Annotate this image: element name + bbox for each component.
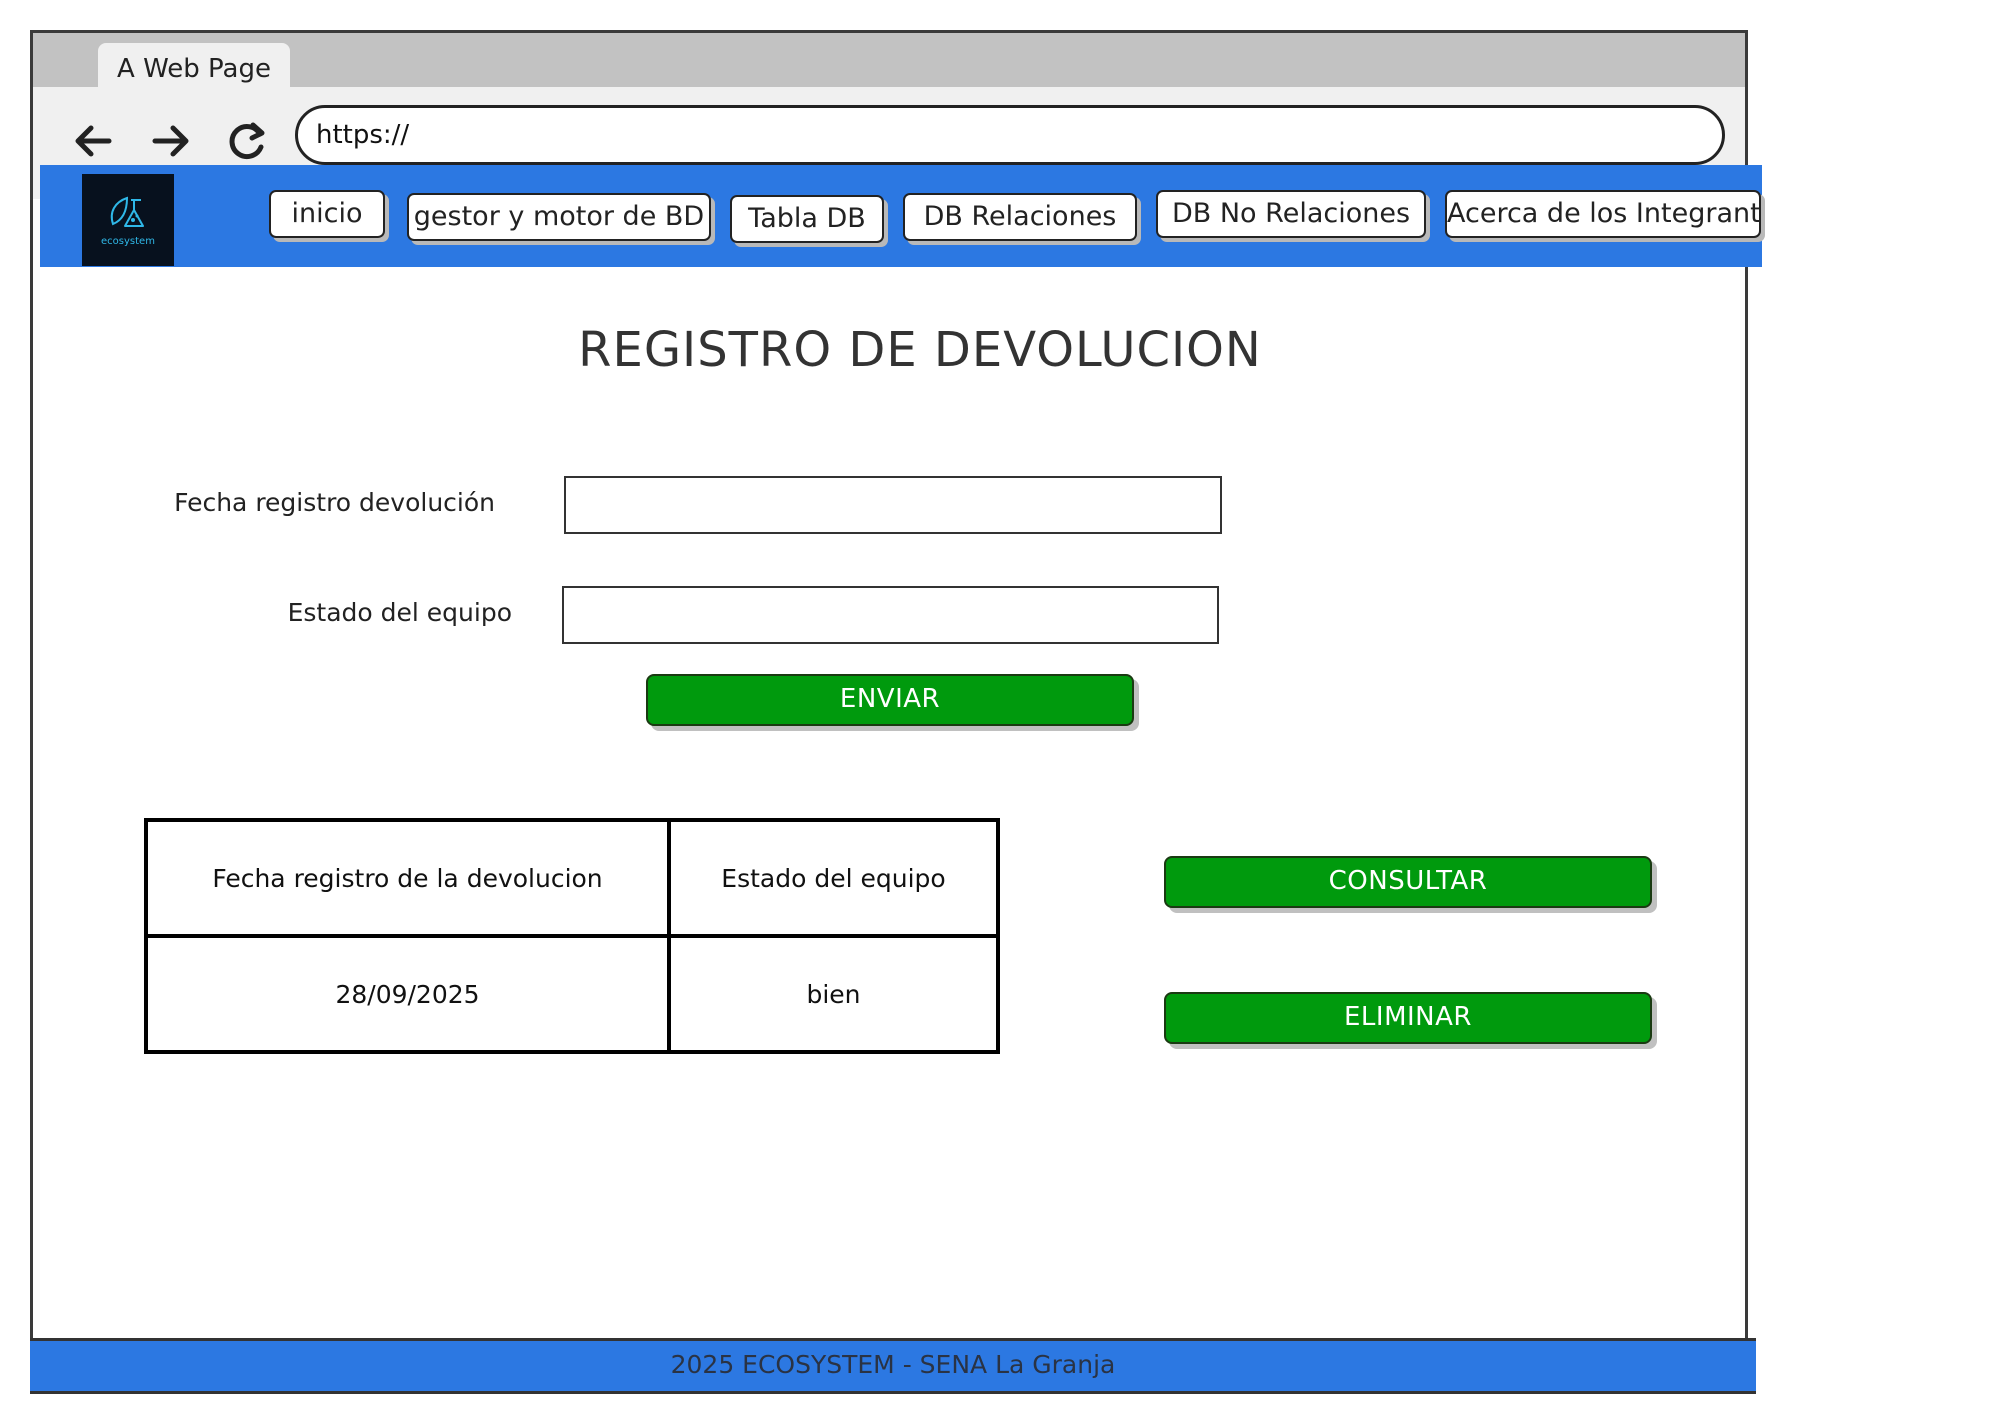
nav-item-tabla-db[interactable]: Tabla DB: [730, 195, 884, 243]
page-title: REGISTRO DE DEVOLUCION: [578, 322, 1262, 378]
address-bar[interactable]: https://: [295, 105, 1725, 165]
table-header-estado: Estado del equipo: [667, 818, 1000, 938]
leaf-flask-icon: [110, 196, 144, 227]
logo-text: ecosystem: [101, 235, 155, 247]
nav-item-db-no-relaciones[interactable]: DB No Relaciones: [1156, 190, 1426, 238]
reload-icon[interactable]: [219, 113, 275, 169]
nav-item-inicio[interactable]: inicio: [269, 190, 385, 238]
table-row[interactable]: 28/09/2025 bien: [144, 934, 1000, 1054]
estado-equipo-label: Estado del equipo: [287, 598, 512, 627]
browser-tab[interactable]: A Web Page: [98, 43, 290, 93]
nav-item-acerca-integrantes[interactable]: Acerca de los Integrante: [1445, 190, 1761, 238]
estado-equipo-input[interactable]: [562, 586, 1219, 644]
forward-arrow-icon[interactable]: [143, 113, 199, 169]
enviar-button[interactable]: ENVIAR: [646, 674, 1134, 726]
consultar-button[interactable]: CONSULTAR: [1164, 856, 1652, 908]
table-header-row: Fecha registro de la devolucion Estado d…: [144, 818, 1000, 938]
footer-text: 2025 ECOSYSTEM - SENA La Granja: [670, 1350, 1116, 1379]
fecha-registro-input[interactable]: [564, 476, 1222, 534]
eliminar-button[interactable]: ELIMINAR: [1164, 992, 1652, 1044]
table-header-fecha: Fecha registro de la devolucion: [144, 818, 671, 938]
table-cell-fecha: 28/09/2025: [144, 934, 671, 1054]
ecosystem-logo[interactable]: ecosystem: [82, 174, 174, 266]
devoluciones-table: Fecha registro de la devolucion Estado d…: [144, 818, 1000, 1054]
back-arrow-icon[interactable]: [65, 113, 121, 169]
fecha-registro-label: Fecha registro devolución: [174, 488, 495, 517]
nav-item-db-relaciones[interactable]: DB Relaciones: [903, 193, 1137, 241]
nav-item-gestor-motor-bd[interactable]: gestor y motor de BD: [407, 193, 711, 241]
footer: 2025 ECOSYSTEM - SENA La Granja: [30, 1338, 1756, 1394]
table-cell-estado: bien: [667, 934, 1000, 1054]
